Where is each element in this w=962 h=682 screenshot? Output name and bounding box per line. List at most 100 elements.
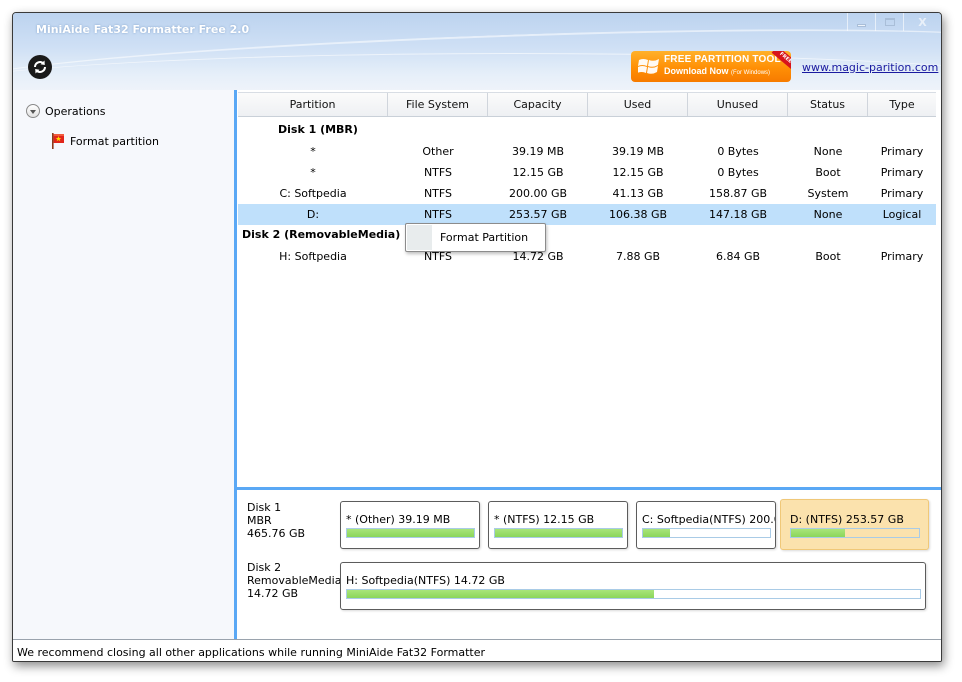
column-header-capacity[interactable]: Capacity — [488, 93, 588, 116]
cell-status: Boot — [815, 166, 841, 179]
column-header-used[interactable]: Used — [588, 93, 688, 116]
column-header-status[interactable]: Status — [788, 93, 868, 116]
sidebar: Operations Format partition — [13, 90, 234, 639]
partition-block[interactable]: * (NTFS) 12.15 GB — [488, 501, 628, 549]
partition-block-selected[interactable]: D: (NTFS) 253.57 GB — [780, 499, 929, 550]
cell-capacity: 200.00 GB — [508, 187, 568, 200]
table-row[interactable]: H: Softpedia NTFS 14.72 GB 7.88 GB 6.84 … — [238, 246, 936, 267]
cell-partition: * — [310, 166, 316, 179]
cell-used: 39.19 MB — [611, 145, 665, 158]
operations-section-toggle[interactable]: Operations — [26, 104, 105, 118]
cell-unused: 6.84 GB — [715, 250, 761, 263]
refresh-button[interactable] — [28, 55, 52, 79]
promo-download-text: Download Now — [664, 66, 729, 76]
cell-status: None — [813, 145, 843, 158]
context-menu: Format Partition — [405, 223, 546, 252]
usage-bar — [790, 528, 920, 538]
usage-bar — [346, 528, 475, 538]
cell-status: Boot — [815, 250, 841, 263]
partition-block[interactable]: C: Softpedia(NTFS) 200.00 GB — [636, 501, 776, 549]
partition-block[interactable]: H: Softpedia(NTFS) 14.72 GB — [340, 562, 926, 610]
cell-unused: 158.87 GB — [708, 187, 768, 200]
table-row-selected[interactable]: D: NTFS 253.57 GB 106.38 GB 147.18 GB No… — [238, 204, 936, 225]
cell-file-system: Other — [422, 145, 454, 158]
table-row[interactable]: C: Softpedia NTFS 200.00 GB 41.13 GB 158… — [238, 183, 936, 204]
cell-unused: 0 Bytes — [717, 145, 759, 158]
partition-block-label: C: Softpedia(NTFS) 200.00 GB — [642, 513, 775, 526]
cell-file-system: NTFS — [423, 187, 453, 200]
disk-map-panel: Disk 1 MBR 465.76 GB * (Other) 39.19 MB … — [237, 490, 941, 639]
operations-label: Operations — [45, 104, 106, 118]
cell-used: 106.38 GB — [608, 208, 668, 221]
column-header-file-system[interactable]: File System — [388, 93, 488, 116]
cell-type: Logical — [882, 208, 922, 221]
disk-group-header: Disk 2 (RemovableMedia) — [242, 228, 401, 241]
column-header-unused[interactable]: Unused — [688, 93, 788, 116]
usage-fill — [347, 590, 654, 598]
context-menu-gutter — [407, 225, 432, 250]
cell-partition: D: — [306, 208, 320, 221]
disk-1-info: Disk 1 MBR 465.76 GB — [247, 501, 305, 540]
partition-table: Partition File System Capacity Used Unus… — [237, 90, 941, 487]
table-header: Partition File System Capacity Used Unus… — [238, 92, 936, 117]
refresh-icon — [34, 60, 46, 74]
cell-file-system: NTFS — [423, 208, 453, 221]
website-link[interactable]: www.magic-parition.com — [802, 61, 938, 74]
column-header-type[interactable]: Type — [868, 93, 936, 116]
promo-subtitle: Download Now (For Windows) — [664, 66, 770, 76]
promo-banner-button[interactable]: FREE PARTITION TOOL Download Now (For Wi… — [631, 51, 791, 82]
table-row[interactable]: * Other 39.19 MB 39.19 MB 0 Bytes None P… — [238, 141, 936, 162]
usage-fill — [791, 529, 845, 537]
minimize-icon — [857, 23, 866, 27]
sidebar-item-format-partition[interactable]: Format partition — [51, 133, 159, 149]
window-controls: X — [847, 13, 941, 31]
disk-size: 14.72 GB — [247, 587, 299, 600]
cell-status: None — [813, 208, 843, 221]
app-window: MiniAide Fat32 Formatter Free 2.0 X FREE… — [12, 12, 942, 662]
chevron-down-icon — [26, 104, 40, 118]
promo-platform-text: (For Windows) — [731, 70, 771, 76]
cell-unused: 0 Bytes — [717, 166, 759, 179]
partition-block-label: * (Other) 39.19 MB — [346, 513, 451, 526]
window-title: MiniAide Fat32 Formatter Free 2.0 — [36, 23, 250, 36]
disk-group-header: Disk 1 (MBR) — [278, 123, 358, 136]
partition-block-label: * (NTFS) 12.15 GB — [494, 513, 595, 526]
close-icon: X — [918, 15, 927, 29]
cell-partition: C: Softpedia — [279, 187, 347, 200]
partition-block-label: D: (NTFS) 253.57 GB — [790, 513, 904, 526]
disk-2-info: Disk 2 RemovableMedia 14.72 GB — [247, 561, 341, 600]
cell-type: Primary — [880, 166, 924, 179]
disk-kind: RemovableMedia — [247, 574, 342, 587]
table-row[interactable]: * NTFS 12.15 GB 12.15 GB 0 Bytes Boot Pr… — [238, 162, 936, 183]
usage-fill — [347, 529, 474, 537]
promo-title: FREE PARTITION TOOL — [664, 54, 781, 65]
usage-bar — [494, 528, 623, 538]
cell-capacity: 39.19 MB — [511, 145, 565, 158]
minimize-button[interactable] — [847, 13, 875, 31]
close-button[interactable]: X — [903, 13, 941, 31]
sidebar-item-label: Format partition — [70, 134, 159, 148]
usage-bar — [642, 528, 771, 538]
maximize-icon — [884, 18, 895, 26]
cell-capacity: 12.15 GB — [512, 166, 564, 179]
cell-type: Primary — [880, 250, 924, 263]
cell-status: System — [807, 187, 849, 200]
maximize-button[interactable] — [875, 13, 903, 31]
usage-bar — [346, 589, 921, 599]
cell-used: 7.88 GB — [615, 250, 661, 263]
disk-size: 465.76 GB — [247, 527, 306, 540]
status-bar: We recommend closing all other applicati… — [13, 639, 941, 661]
windows-logo-icon — [638, 59, 659, 74]
context-menu-item-format-partition[interactable]: Format Partition — [440, 231, 528, 244]
cell-partition: H: Softpedia — [279, 250, 347, 263]
partition-block-label: H: Softpedia(NTFS) 14.72 GB — [346, 574, 505, 587]
usage-fill — [643, 529, 670, 537]
flag-icon — [51, 133, 65, 149]
disk-name: Disk 1 — [247, 501, 282, 514]
column-header-partition[interactable]: Partition — [238, 93, 388, 116]
cell-file-system: NTFS — [423, 166, 453, 179]
usage-fill — [495, 529, 622, 537]
cell-type: Primary — [880, 145, 924, 158]
disk-name: Disk 2 — [247, 561, 282, 574]
partition-block[interactable]: * (Other) 39.19 MB — [340, 501, 480, 549]
